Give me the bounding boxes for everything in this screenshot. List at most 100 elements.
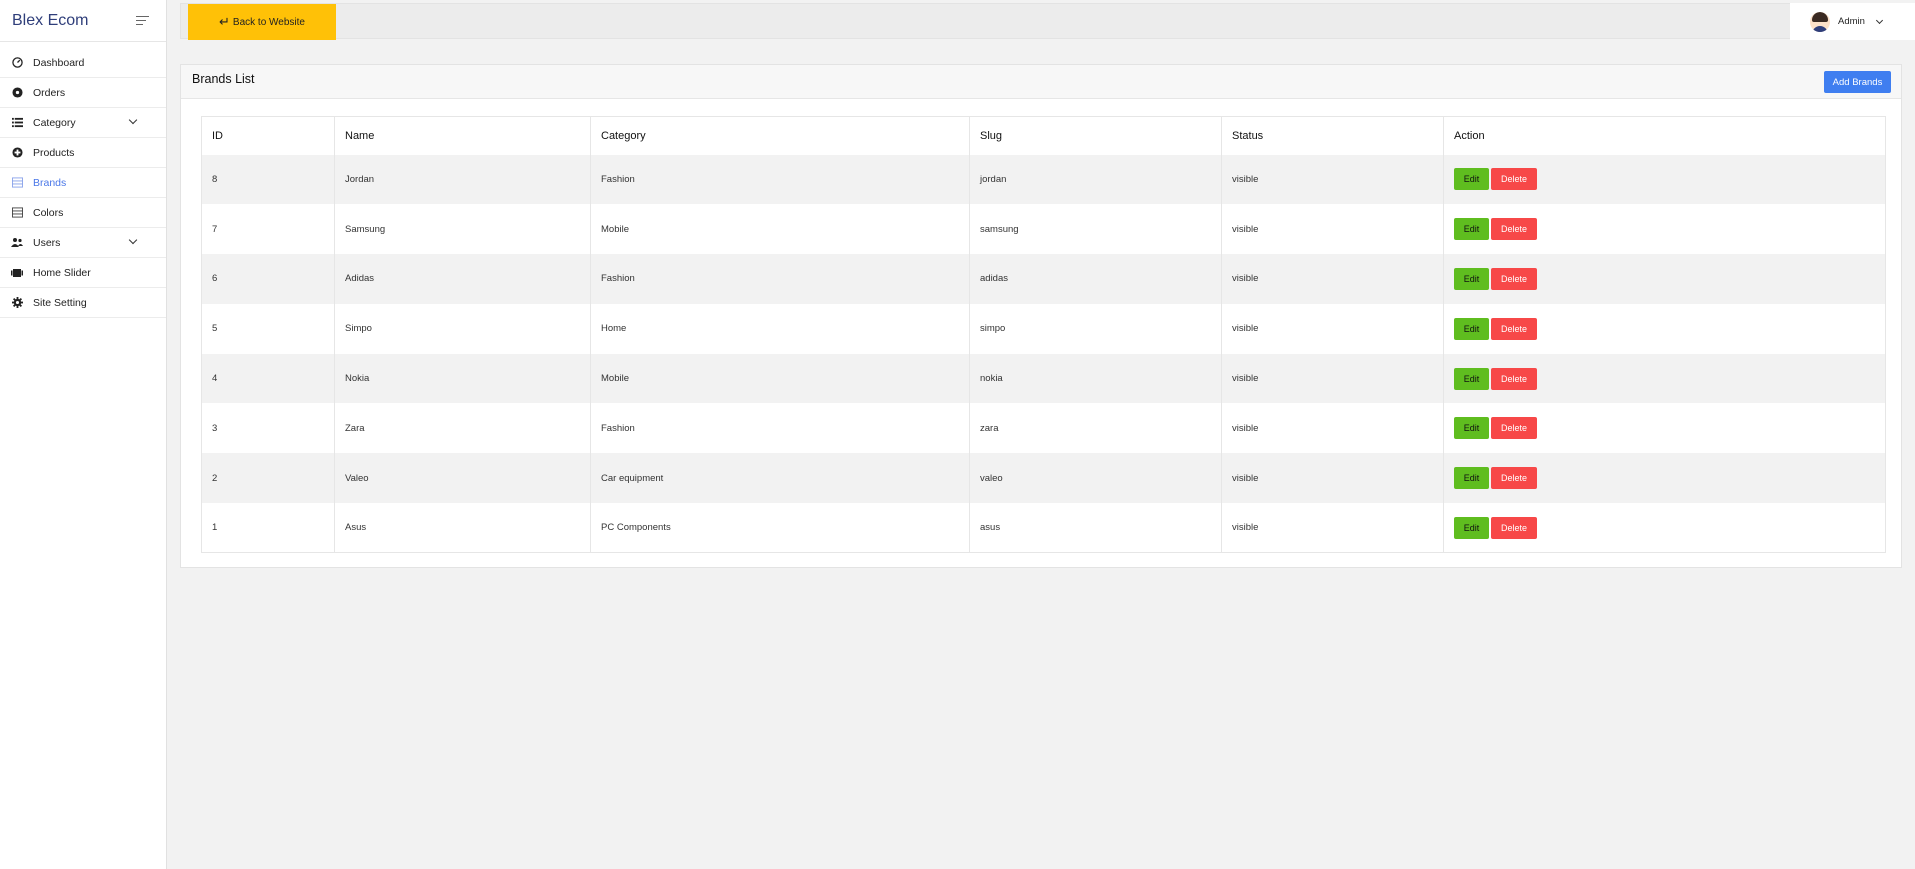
cell-actions: Edit Delete — [1443, 303, 1886, 354]
cell-slug: valeo — [969, 453, 1222, 504]
cell-status: visible — [1221, 503, 1444, 553]
cell-name: Samsung — [334, 204, 591, 255]
users-icon — [11, 237, 23, 249]
edit-button[interactable]: Edit — [1454, 267, 1489, 290]
sidebar-item-label: Colors — [33, 206, 64, 219]
chevron-down-icon — [128, 115, 138, 125]
table-row: 3 Zara Fashion zara visible Edit Delete — [201, 403, 1886, 454]
cell-category: PC Components — [590, 503, 970, 553]
settings-icon — [11, 87, 23, 99]
cell-id: 8 — [201, 154, 335, 205]
cell-slug: adidas — [969, 254, 1222, 304]
delete-button[interactable]: Delete — [1491, 218, 1537, 241]
sidebar-item-dashboard[interactable]: Dashboard — [0, 48, 166, 78]
sidebar-item-site-setting[interactable]: Site Setting — [0, 288, 166, 318]
table-row: 8 Jordan Fashion jordan visible Edit Dele… — [201, 154, 1886, 205]
cell-status: visible — [1221, 154, 1444, 205]
column-header-id: ID — [201, 116, 335, 155]
sidebar-item-label: Orders — [33, 86, 66, 99]
sidebar-item-label: Brands — [33, 176, 67, 189]
gauge-icon — [11, 57, 23, 69]
edit-button[interactable]: Edit — [1454, 516, 1489, 539]
plus-circle-icon — [11, 147, 23, 159]
gear-icon — [11, 297, 23, 309]
edit-button[interactable]: Edit — [1454, 467, 1489, 490]
cell-category: Fashion — [590, 254, 970, 304]
cell-status: visible — [1221, 453, 1444, 504]
cell-id: 7 — [201, 204, 335, 255]
cell-id: 3 — [201, 403, 335, 454]
sidebar-item-category[interactable]: Category — [0, 108, 166, 138]
cell-name: Valeo — [334, 453, 591, 504]
table-row: 1 Asus PC Components asus visible Edit De… — [201, 503, 1886, 553]
table-header-row: ID Name Category Slug Status Action — [201, 116, 1886, 155]
table-icon — [11, 177, 23, 189]
sidebar-item-home-slider[interactable]: Home Slider — [0, 258, 166, 288]
sidebar-item-users[interactable]: Users — [0, 228, 166, 258]
edit-button[interactable]: Edit — [1454, 317, 1489, 340]
cell-id: 5 — [201, 303, 335, 354]
user-menu[interactable]: Admin — [1790, 3, 1915, 40]
edit-button[interactable]: Edit — [1454, 218, 1489, 241]
column-header-name: Name — [334, 116, 591, 155]
column-header-slug: Slug — [969, 116, 1222, 155]
cell-name: Jordan — [334, 154, 591, 205]
add-brands-button[interactable]: Add Brands — [1824, 71, 1891, 93]
brands-table: ID Name Category Slug Status Action 8 Jo… — [201, 116, 1886, 554]
sidebar-item-label: Products — [33, 146, 75, 159]
delete-button[interactable]: Delete — [1491, 317, 1537, 340]
sidebar-item-label: Users — [33, 236, 61, 249]
top-bar — [180, 3, 1803, 39]
cell-category: Fashion — [590, 403, 970, 454]
page-title: Brands List — [192, 72, 255, 86]
delete-button[interactable]: Delete — [1491, 367, 1537, 390]
table-row: 4 Nokia Mobile nokia visible Edit Delete — [201, 353, 1886, 404]
table-row: 2 Valeo Car equipment valeo visible Edit… — [201, 453, 1886, 504]
cell-name: Adidas — [334, 254, 591, 304]
table-row: 6 Adidas Fashion adidas visible Edit Dele… — [201, 254, 1886, 304]
delete-button[interactable]: Delete — [1491, 267, 1537, 290]
column-header-action: Action — [1443, 116, 1886, 155]
cell-actions: Edit Delete — [1443, 453, 1886, 504]
cell-slug: zara — [969, 403, 1222, 454]
delete-button[interactable]: Delete — [1491, 417, 1537, 440]
app-title[interactable]: Blex Ecom — [12, 12, 88, 30]
delete-button[interactable]: Delete — [1491, 516, 1537, 539]
cell-name: Nokia — [334, 353, 591, 404]
edit-button[interactable]: Edit — [1454, 367, 1489, 390]
return-arrow-icon: ↵ — [219, 14, 230, 29]
cell-id: 1 — [201, 503, 335, 553]
cell-actions: Edit Delete — [1443, 503, 1886, 553]
cell-category: Fashion — [590, 154, 970, 205]
list-icon — [11, 117, 23, 129]
cell-status: visible — [1221, 303, 1444, 354]
sidebar-item-colors[interactable]: Colors — [0, 198, 166, 228]
column-header-category: Category — [590, 116, 970, 155]
cell-category: Home — [590, 303, 970, 354]
cell-actions: Edit Delete — [1443, 254, 1886, 304]
back-to-website-button[interactable]: ↵ Back to Website — [188, 4, 336, 40]
delete-button[interactable]: Delete — [1491, 168, 1537, 191]
cell-name: Asus — [334, 503, 591, 553]
delete-button[interactable]: Delete — [1491, 467, 1537, 490]
cell-actions: Edit Delete — [1443, 154, 1886, 205]
menu-toggle-icon[interactable] — [136, 15, 152, 27]
avatar — [1810, 11, 1830, 32]
chevron-down-icon — [128, 235, 138, 245]
sidebar: Blex Ecom Dashboard Orders Category Prod… — [0, 0, 167, 869]
sidebar-item-orders[interactable]: Orders — [0, 78, 166, 108]
brands-card: Brands List Add Brands ID Name Category … — [180, 64, 1902, 568]
cell-actions: Edit Delete — [1443, 204, 1886, 255]
cell-slug: nokia — [969, 353, 1222, 404]
table-row: 7 Samsung Mobile samsung visible Edit Del… — [201, 204, 1886, 255]
sidebar-item-label: Home Slider — [33, 266, 91, 279]
edit-button[interactable]: Edit — [1454, 168, 1489, 191]
cell-name: Zara — [334, 403, 591, 454]
sidebar-item-products[interactable]: Products — [0, 138, 166, 168]
cell-category: Mobile — [590, 353, 970, 404]
cell-status: visible — [1221, 204, 1444, 255]
column-header-status: Status — [1221, 116, 1444, 155]
edit-button[interactable]: Edit — [1454, 417, 1489, 440]
cell-category: Mobile — [590, 204, 970, 255]
sidebar-item-brands[interactable]: Brands — [0, 168, 166, 198]
